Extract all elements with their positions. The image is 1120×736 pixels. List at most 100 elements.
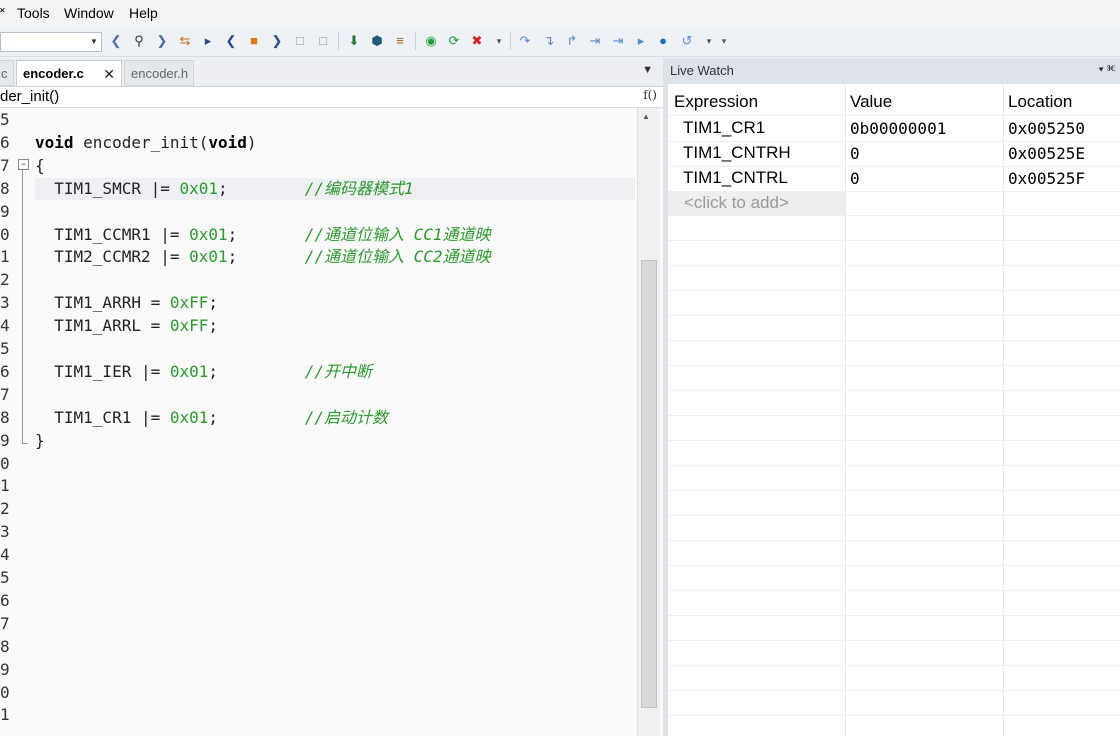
download-icon[interactable]: ⬇ (345, 31, 363, 51)
row-divider (668, 565, 1120, 566)
list-icon[interactable]: ≡ (391, 31, 409, 51)
code-line: TIM1_CCMR1 |= 0x01; //通道位输入 CC1通道映 (35, 224, 490, 246)
row-divider (668, 465, 1120, 466)
chevron-down-icon[interactable]: ▼ (642, 64, 653, 76)
line-number: 3 (0, 293, 10, 313)
fold-margin: − (16, 108, 32, 736)
reset-icon[interactable]: ⟳ (445, 31, 463, 51)
function-combo[interactable]: ▼ (0, 32, 102, 52)
line-number: 4 (0, 545, 10, 565)
toolbar-separator (338, 32, 339, 50)
insert-breakpoint-icon[interactable]: ■ (245, 31, 263, 51)
tab-label: encoder.c (23, 66, 84, 81)
code-comment: //通道位输入 CC2通道映 (304, 247, 491, 267)
code-text: TIM1_SMCR |= (35, 178, 180, 198)
stop-icon[interactable]: ✖ (468, 31, 486, 51)
chevron-left-icon[interactable]: ❮ (107, 31, 125, 51)
watch-expression[interactable]: TIM1_CNTRL (683, 168, 788, 188)
watch-value[interactable]: 0 (850, 144, 860, 163)
run-icon[interactable]: ▸ (632, 31, 650, 51)
close-icon[interactable]: ✕ (103, 61, 115, 87)
editor-scrollbar[interactable]: ▲ (637, 108, 660, 736)
line-number: 6 (0, 590, 10, 610)
next-icon[interactable]: ❯ (268, 31, 286, 51)
menu-item-tools[interactable]: Tools (17, 5, 50, 21)
run-to-cursor-icon[interactable]: ⇥ (586, 31, 604, 51)
code-text: TIM1_CCMR1 |= (35, 224, 190, 244)
go-icon[interactable]: ◉ (422, 31, 440, 51)
editor-pane: c encoder.c ✕ encoder.h ▼ der_init() f()… (0, 58, 663, 736)
code-line: TIM1_CR1 |= 0x01; //启动计数 (35, 407, 388, 429)
code-text: ; (208, 293, 219, 313)
scrollbar-thumb[interactable] (641, 260, 657, 708)
watch-expression[interactable]: TIM1_CNTRH (683, 143, 791, 163)
menu-item-help[interactable]: Help (129, 5, 158, 21)
previous-icon[interactable]: ❮ (222, 31, 240, 51)
row-divider (668, 390, 1120, 391)
toolbar-overflow-icon[interactable]: ▾ (490, 31, 508, 51)
code-number: 0x01 (169, 361, 209, 381)
chevron-down-icon[interactable]: ▼ (87, 33, 101, 51)
row-divider (668, 540, 1120, 541)
next-bookmark-icon[interactable]: ▸ (199, 31, 217, 51)
row-divider (668, 215, 1120, 216)
search-icon[interactable]: ⚲ (130, 31, 148, 51)
code-line: TIM1_IER |= 0x01; //开中断 (35, 361, 372, 383)
add-expression-cell[interactable]: <click to add> (668, 192, 845, 215)
function-list-icon[interactable]: f() (643, 88, 657, 102)
line-number: 6 (0, 361, 10, 381)
tab-encoder-c[interactable]: encoder.c ✕ (16, 60, 122, 86)
menu-item-partial[interactable]: ˟ (0, 5, 5, 21)
watch-value[interactable]: 0 (850, 169, 860, 188)
step-into-icon[interactable]: ↴ (540, 31, 558, 51)
prev-file-icon[interactable]: □ (291, 31, 309, 51)
line-number: 8 (0, 636, 10, 656)
pin-icon[interactable]: ▾ ⱘ (1099, 62, 1116, 77)
panel-title: Live Watch (670, 63, 734, 78)
toggle-bookmark-icon[interactable]: ⇆ (176, 31, 194, 51)
code-text: TIM1_ARRL = (35, 316, 170, 336)
scroll-up-icon[interactable]: ▲ (642, 112, 650, 121)
watch-location: 0x00525F (1008, 169, 1086, 188)
fold-line (22, 170, 23, 444)
toolbar-separator (510, 32, 511, 50)
next-file-icon[interactable]: □ (314, 31, 332, 51)
code-text: encoder_init( (73, 132, 209, 152)
row-divider (668, 440, 1120, 441)
break-icon[interactable]: ● (654, 31, 672, 51)
watch-location: 0x00525E (1008, 144, 1086, 163)
more-icon[interactable]: ↺ (678, 31, 696, 51)
function-name[interactable]: der_init() (0, 88, 59, 105)
line-number: 4 (0, 316, 10, 336)
column-header-expression[interactable]: Expression (674, 92, 758, 112)
line-number: 7 (0, 155, 10, 175)
code-text: ; (208, 316, 219, 336)
code-line: void encoder_init(void) (35, 132, 257, 154)
column-header-location[interactable]: Location (1008, 92, 1072, 112)
tab-encoder-h[interactable]: encoder.h (124, 60, 194, 86)
code-line: { (35, 155, 45, 177)
next-statement-icon[interactable]: ⇥ (609, 31, 627, 51)
code-area[interactable]: 5 6 7 8 9 0 1 2 3 4 5 6 7 8 9 0 1 2 3 4 5 6 7 8 9 0 1 − void encod… (0, 108, 636, 736)
toolbar-overflow-icon[interactable]: ▾ (715, 31, 733, 51)
step-out-icon[interactable]: ↱ (563, 31, 581, 51)
watch-expression[interactable]: TIM1_CR1 (683, 118, 765, 138)
line-number: 5 (0, 339, 10, 358)
column-header-value[interactable]: Value (850, 92, 892, 112)
row-divider (668, 141, 1120, 142)
line-number: 9 (0, 659, 10, 679)
code-number: 0x01 (189, 247, 228, 267)
step-over-icon[interactable]: ↷ (516, 31, 534, 51)
code-line: TIM1_ARRH = 0xFF; (35, 292, 218, 314)
tab-partial[interactable]: c (0, 60, 14, 86)
menu-item-window[interactable]: Window (64, 5, 114, 21)
row-divider (668, 365, 1120, 366)
watch-value[interactable]: 0b00000001 (850, 119, 946, 138)
row-divider (668, 315, 1120, 316)
upload-icon[interactable]: ⬢ (368, 31, 386, 51)
line-number: 8 (0, 178, 10, 198)
fold-toggle-icon[interactable]: − (18, 159, 29, 170)
row-divider (668, 415, 1120, 416)
code-text: ; (208, 361, 305, 381)
chevron-right-icon[interactable]: ❯ (153, 31, 171, 51)
